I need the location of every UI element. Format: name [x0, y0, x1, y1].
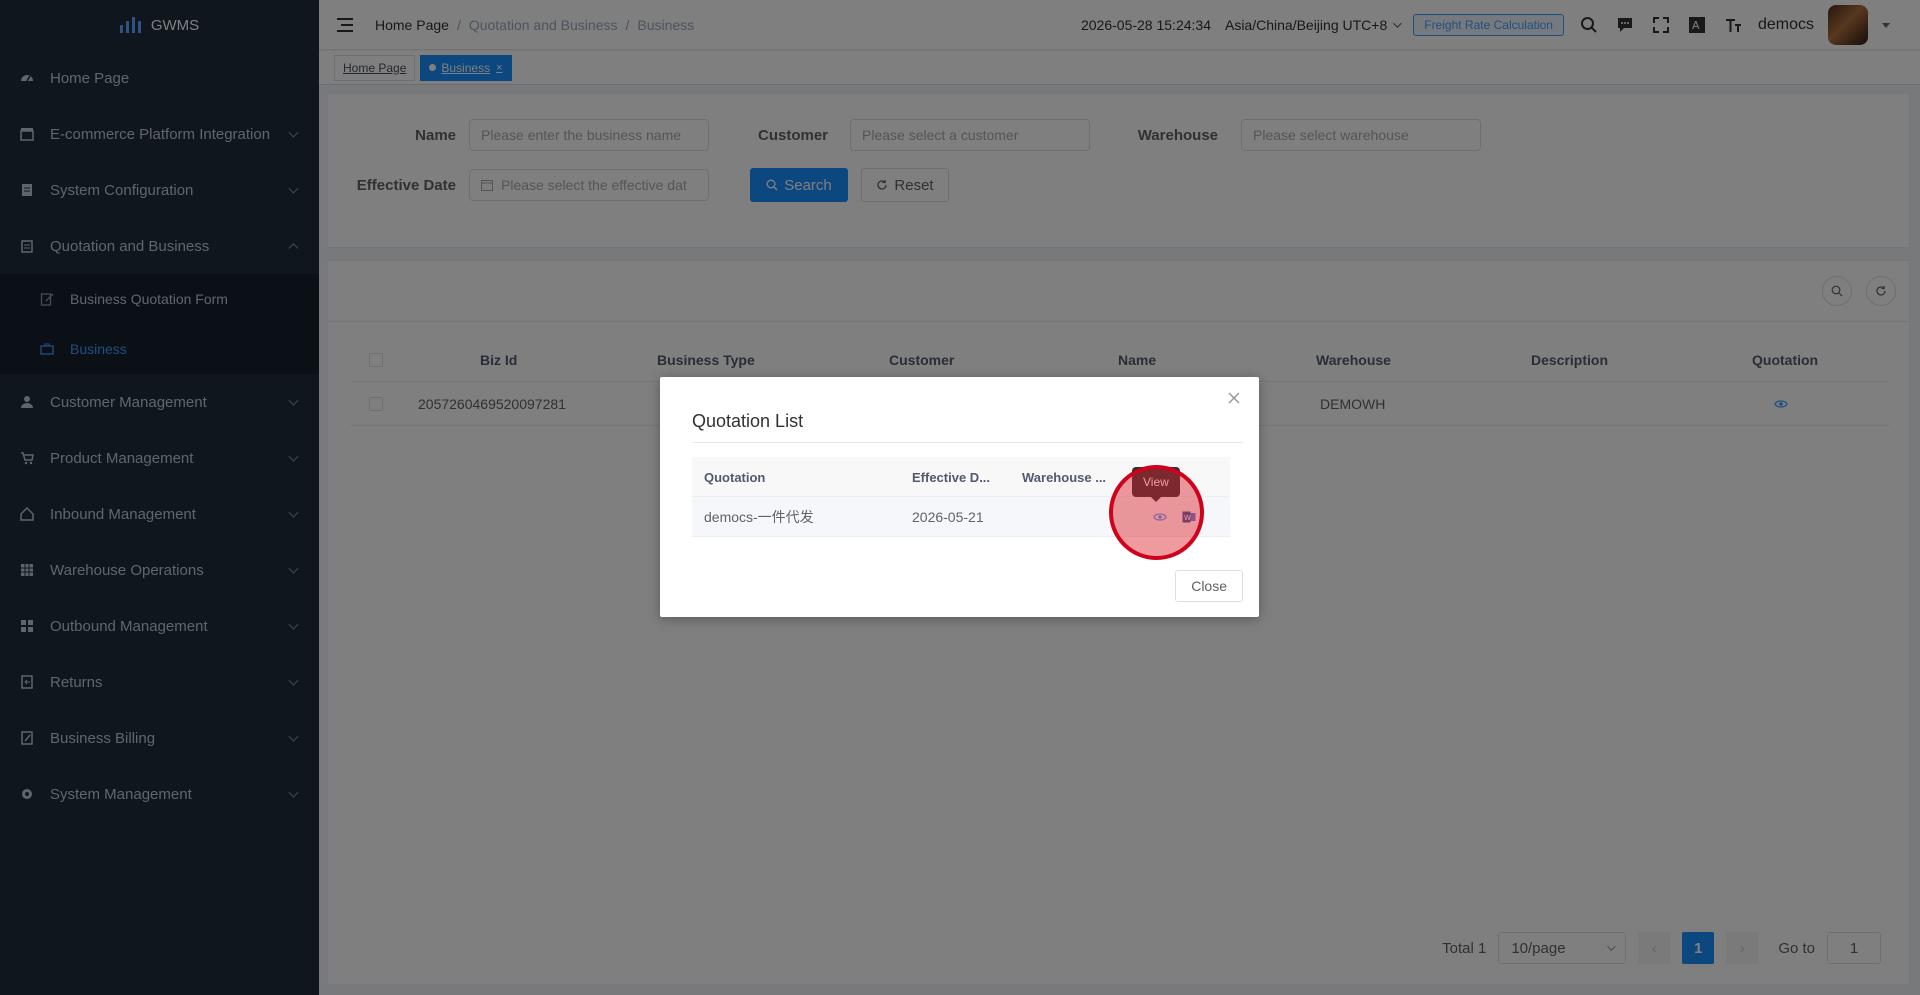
column-header-quotation: Quotation — [704, 469, 766, 485]
view-icon[interactable] — [1153, 497, 1173, 537]
quotation-list-dialog: Quotation List Quotation Effective D... … — [660, 377, 1259, 617]
view-tooltip: View — [1132, 467, 1180, 502]
divider — [692, 442, 1243, 443]
column-header-effective-date: Effective D... — [912, 469, 991, 485]
quotation-table-row: democs-一件代发 2026-05-21 W — [692, 497, 1230, 537]
export-icon[interactable]: W — [1182, 497, 1202, 537]
dialog-title: Quotation List — [692, 411, 804, 431]
close-button[interactable]: Close — [1175, 570, 1243, 602]
close-icon[interactable] — [1225, 389, 1243, 407]
column-header-warehouse: Warehouse ... — [1022, 469, 1107, 485]
svg-text:W: W — [1184, 514, 1191, 522]
cell-effective-date: 2026-05-21 — [912, 509, 984, 525]
cell-quotation: democs-一件代发 — [704, 509, 814, 525]
